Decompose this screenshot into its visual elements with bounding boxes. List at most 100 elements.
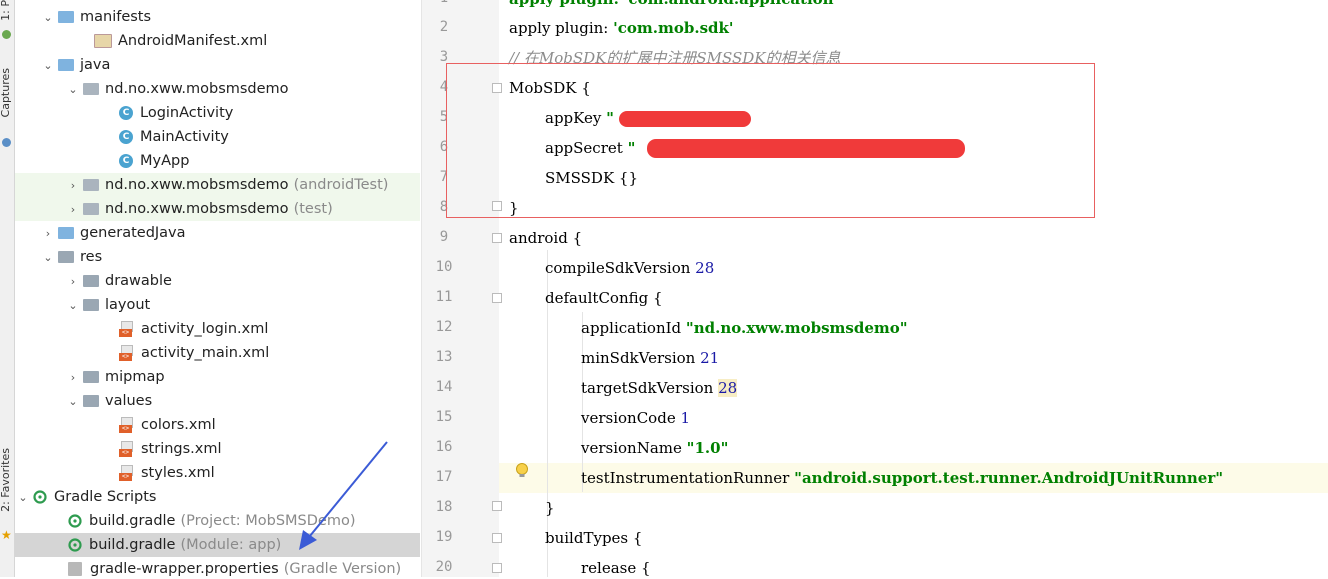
tree-item-drawable[interactable]: › drawable bbox=[15, 269, 420, 293]
class-icon: C bbox=[119, 154, 133, 168]
tree-item-login-activity[interactable]: C LoginActivity bbox=[15, 101, 420, 125]
tree-item-label: AndroidManifest.xml bbox=[118, 33, 268, 49]
favorites-star-icon: ★ bbox=[1, 528, 12, 542]
gradle-icon bbox=[68, 514, 82, 528]
xml-file-icon: <> bbox=[119, 441, 135, 457]
fold-marker[interactable] bbox=[492, 533, 502, 543]
code-line-1: apply plugin: 'com.android.application' bbox=[509, 0, 838, 10]
tree-item-label: nd.no.xww.mobsmsdemo bbox=[105, 201, 289, 217]
indent-guide bbox=[582, 312, 583, 492]
chevron-down-icon[interactable]: ⌄ bbox=[16, 491, 30, 504]
folder-icon bbox=[58, 11, 74, 23]
line-number: 13 bbox=[435, 349, 453, 365]
code-line-12: applicationId "nd.no.xww.mobsmsdemo" bbox=[581, 319, 908, 337]
tree-item-gradle-wrapper[interactable]: gradle-wrapper.properties (Gradle Versio… bbox=[15, 557, 420, 577]
xml-file-icon: <> bbox=[119, 465, 135, 481]
tree-item-label: colors.xml bbox=[141, 417, 216, 433]
tree-item-manifests[interactable]: ⌄ manifests bbox=[15, 5, 420, 29]
xml-file-icon: <> bbox=[119, 417, 135, 433]
tree-item-java[interactable]: ⌄ java bbox=[15, 53, 420, 77]
chevron-down-icon[interactable]: ⌄ bbox=[41, 11, 55, 24]
line-number: 1 bbox=[422, 0, 466, 6]
package-icon bbox=[83, 179, 99, 191]
tree-item-label: styles.xml bbox=[141, 465, 215, 481]
package-icon bbox=[83, 203, 99, 215]
tree-item-mipmap[interactable]: › mipmap bbox=[15, 365, 420, 389]
tree-item-colors-xml[interactable]: <> colors.xml bbox=[15, 413, 420, 437]
tree-item-label: LoginActivity bbox=[140, 105, 234, 121]
project-tab[interactable]: 1: P bbox=[0, 0, 12, 21]
tool-window-strip: 1: P Captures 2: Favorites ★ bbox=[0, 0, 15, 577]
project-tree: ⌄ manifests AndroidManifest.xml ⌄ java ⌄… bbox=[15, 0, 420, 577]
tree-item-package-test[interactable]: › nd.no.xww.mobsmsdemo (test) bbox=[15, 197, 420, 221]
tree-item-label: res bbox=[80, 249, 103, 265]
line-number: 15 bbox=[435, 409, 453, 425]
tree-item-package[interactable]: ⌄ nd.no.xww.mobsmsdemo bbox=[15, 77, 420, 101]
class-icon: C bbox=[119, 106, 133, 120]
manifest-file-icon bbox=[94, 34, 112, 48]
tree-item-activity-main-xml[interactable]: <> activity_main.xml bbox=[15, 341, 420, 365]
fold-marker[interactable] bbox=[492, 293, 502, 303]
tree-item-label: build.gradle bbox=[89, 513, 176, 529]
captures-icon bbox=[2, 138, 11, 147]
android-icon bbox=[2, 30, 11, 39]
tree-item-label: activity_main.xml bbox=[141, 345, 270, 361]
tree-item-label: Gradle Scripts bbox=[54, 489, 157, 505]
class-icon: C bbox=[119, 130, 133, 144]
tree-item-activity-login-xml[interactable]: <> activity_login.xml bbox=[15, 317, 420, 341]
code-line-15: versionCode 1 bbox=[581, 409, 691, 427]
chevron-down-icon[interactable]: ⌄ bbox=[41, 59, 55, 72]
code-line-19: buildTypes { bbox=[545, 529, 643, 547]
chevron-down-icon[interactable]: ⌄ bbox=[41, 251, 55, 264]
tree-item-res[interactable]: ⌄ res bbox=[15, 245, 420, 269]
gradle-icon bbox=[68, 538, 82, 552]
fold-marker[interactable] bbox=[492, 233, 502, 243]
favorites-tab[interactable]: 2: Favorites bbox=[0, 448, 12, 512]
tree-item-label: java bbox=[80, 57, 111, 73]
chevron-right-icon[interactable]: › bbox=[66, 275, 80, 288]
annotation-arrow bbox=[299, 441, 388, 550]
fold-marker[interactable] bbox=[492, 501, 502, 511]
line-number: 11 bbox=[435, 289, 453, 305]
captures-tab[interactable]: Captures bbox=[0, 68, 12, 117]
package-icon bbox=[83, 83, 99, 95]
line-number: 12 bbox=[435, 319, 453, 335]
tree-item-label: MyApp bbox=[140, 153, 190, 169]
chevron-right-icon[interactable]: › bbox=[66, 371, 80, 384]
lightbulb-icon[interactable] bbox=[515, 463, 529, 479]
tree-item-hint: (test) bbox=[293, 201, 333, 217]
chevron-down-icon[interactable]: ⌄ bbox=[66, 83, 80, 96]
code-line-11: defaultConfig { bbox=[545, 289, 663, 307]
chevron-right-icon[interactable]: › bbox=[66, 179, 80, 192]
fold-marker[interactable] bbox=[492, 563, 502, 573]
line-number: 2 bbox=[439, 19, 449, 35]
tree-item-hint: (Module: app) bbox=[180, 537, 282, 553]
line-number: 10 bbox=[435, 259, 453, 275]
xml-file-icon: <> bbox=[119, 321, 135, 337]
chevron-down-icon[interactable]: ⌄ bbox=[66, 395, 80, 408]
line-number: 20 bbox=[435, 559, 453, 575]
tree-item-android-manifest[interactable]: AndroidManifest.xml bbox=[15, 29, 420, 53]
tree-item-myapp[interactable]: C MyApp bbox=[15, 149, 420, 173]
code-editor[interactable]: 1 2 3 4 5 6 7 8 9 10 11 12 13 14 15 16 1… bbox=[421, 0, 1328, 577]
chevron-right-icon[interactable]: › bbox=[41, 227, 55, 240]
folder-icon bbox=[83, 395, 99, 407]
tree-item-label: nd.no.xww.mobsmsdemo bbox=[105, 81, 289, 97]
code-line-13: minSdkVersion 21 bbox=[581, 349, 720, 367]
tree-item-generated-java[interactable]: › generatedJava bbox=[15, 221, 420, 245]
tree-item-label: MainActivity bbox=[140, 129, 229, 145]
tree-item-package-android-test[interactable]: › nd.no.xww.mobsmsdemo (androidTest) bbox=[15, 173, 420, 197]
tree-item-label: generatedJava bbox=[80, 225, 186, 241]
chevron-down-icon[interactable]: ⌄ bbox=[66, 299, 80, 312]
tree-item-main-activity[interactable]: C MainActivity bbox=[15, 125, 420, 149]
code-line-20: release { bbox=[581, 559, 651, 577]
code-line-14: targetSdkVersion 28 bbox=[581, 379, 738, 397]
folder-icon bbox=[83, 371, 99, 383]
tree-item-values[interactable]: ⌄ values bbox=[15, 389, 420, 413]
code-line-10: compileSdkVersion 28 bbox=[545, 259, 715, 277]
folder-icon bbox=[83, 275, 99, 287]
tree-item-label: layout bbox=[105, 297, 151, 313]
folder-icon bbox=[58, 251, 74, 263]
chevron-right-icon[interactable]: › bbox=[66, 203, 80, 216]
tree-item-layout[interactable]: ⌄ layout bbox=[15, 293, 420, 317]
